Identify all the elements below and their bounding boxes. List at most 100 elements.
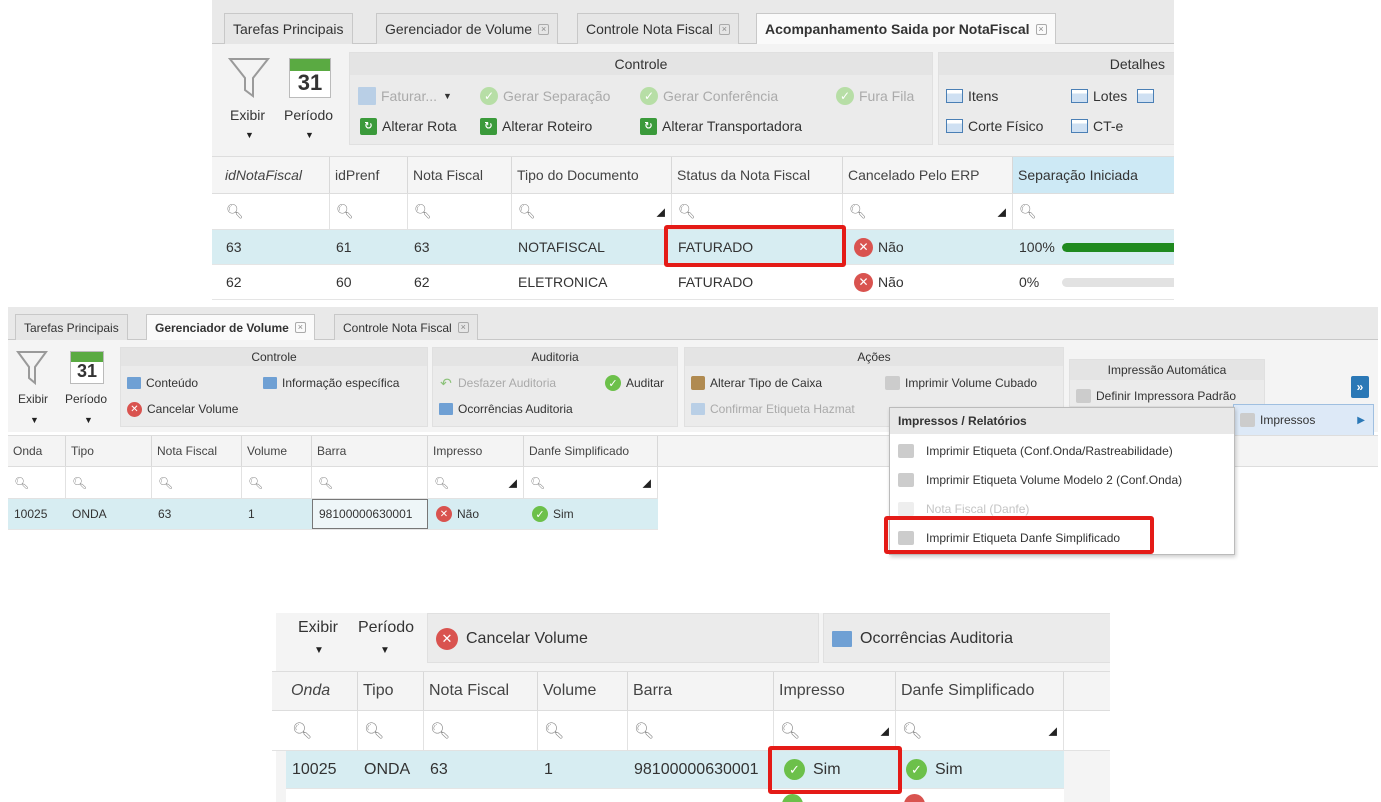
search-icon[interactable]: 🔍︎ [538, 711, 628, 750]
col-tipo[interactable]: Tipo [66, 436, 152, 466]
search-icon[interactable]: 🔍︎ ◢ [774, 711, 896, 750]
tab-gerenciador-de-volume[interactable]: Gerenciador de Volume × [376, 13, 559, 44]
ocorrencias-auditoria-button[interactable]: Ocorrências Auditoria [832, 627, 1013, 651]
col-danfe-simplificado[interactable]: Danfe Simplificado [524, 436, 658, 466]
col-status-nota-fiscal[interactable]: Status da Nota Fiscal [672, 157, 843, 193]
col-nota-fiscal[interactable]: Nota Fiscal [408, 157, 512, 193]
search-icon[interactable]: 🔍︎ ◢ [512, 194, 672, 229]
dropdown-icon[interactable]: ◢ [509, 476, 517, 489]
calendar-icon[interactable]: 31 [70, 351, 104, 384]
col-onda[interactable]: Onda [8, 436, 66, 466]
menu-item-etiqueta-volume-modelo-2[interactable]: Imprimir Etiqueta Volume Modelo 2 (Conf.… [890, 467, 1234, 493]
chevron-down-icon[interactable]: ▼ [305, 130, 314, 140]
conteudo-button[interactable]: Conteúdo [127, 374, 198, 392]
exibir-label[interactable]: Exibir [18, 392, 48, 406]
col-barra[interactable]: Barra [312, 436, 428, 466]
search-icon[interactable]: 🔍︎ [220, 194, 330, 229]
filter-funnel-icon[interactable] [16, 349, 48, 387]
calendar-icon[interactable]: 31 [289, 58, 331, 98]
col-impresso[interactable]: Impresso [428, 436, 524, 466]
periodo-label[interactable]: Período [358, 619, 414, 637]
search-icon[interactable]: 🔍︎ [242, 467, 312, 498]
cte-button[interactable]: CT-e [1071, 115, 1123, 137]
close-icon[interactable]: × [1035, 23, 1047, 35]
col-cancelado-erp[interactable]: Cancelado Pelo ERP [843, 157, 1013, 193]
col-tipo-documento[interactable]: Tipo do Documento [512, 157, 672, 193]
itens-button[interactable]: Itens [946, 85, 998, 107]
search-icon[interactable]: 🔍︎ [312, 467, 428, 498]
tab-tarefas-principais[interactable]: Tarefas Principais [15, 314, 128, 340]
tab-acompanhamento-saida[interactable]: Acompanhamento Saida por NotaFiscal × [756, 13, 1056, 44]
confirmar-etiqueta-hazmat-button[interactable]: Confirmar Etiqueta Hazmat [691, 400, 855, 418]
search-icon[interactable]: 🔍︎ [1013, 194, 1174, 229]
definir-impressora-padrao-button[interactable]: Definir Impressora Padrão [1076, 387, 1236, 405]
alterar-tipo-caixa-button[interactable]: Alterar Tipo de Caixa [691, 374, 822, 392]
search-icon[interactable]: 🔍︎ [66, 467, 152, 498]
dropdown-icon[interactable]: ◢ [998, 205, 1006, 218]
table-row[interactable]: 10025 ONDA 63 1 98100000630001 ✓ Sim ✓ Sim [286, 751, 1064, 789]
search-icon[interactable]: 🔍︎ ◢ [428, 467, 524, 498]
col-onda[interactable]: Onda [286, 672, 358, 710]
cell-barra[interactable]: 98100000630001 [312, 499, 428, 529]
table-row[interactable]: 10025 ONDA 63 1 98100000630001 ✕ Não ✓ Sim [8, 499, 658, 530]
lotes-button[interactable]: Lotes [1071, 85, 1159, 107]
col-idprenf[interactable]: idPrenf [330, 157, 408, 193]
chevron-down-icon[interactable]: ▼ [380, 645, 390, 656]
exibir-label[interactable]: Exibir [298, 619, 338, 637]
more-toolbar-button[interactable]: » [1351, 376, 1369, 398]
search-icon[interactable]: 🔍︎ ◢ [524, 467, 658, 498]
col-tipo[interactable]: Tipo [358, 672, 424, 710]
search-icon[interactable]: 🔍︎ [8, 467, 66, 498]
search-icon[interactable]: 🔍︎ ◢ [843, 194, 1013, 229]
gerar-conferencia-button[interactable]: ✓ Gerar Conferência [640, 85, 778, 107]
alterar-transportadora-button[interactable]: ↻ Alterar Transportadora [640, 115, 802, 137]
dropdown-icon[interactable]: ◢ [657, 205, 665, 218]
dropdown-icon[interactable]: ◢ [1049, 724, 1057, 737]
col-danfe-simplificado[interactable]: Danfe Simplificado [896, 672, 1064, 710]
col-idnotafiscal[interactable]: idNotaFiscal [220, 157, 330, 193]
exibir-label[interactable]: Exibir [230, 107, 265, 123]
fura-fila-button[interactable]: ✓ Fura Fila [836, 85, 914, 107]
col-barra[interactable]: Barra [628, 672, 774, 710]
grid-icon[interactable] [1137, 89, 1155, 103]
close-icon[interactable]: × [718, 23, 730, 35]
cancelar-volume-button[interactable]: ✕ Cancelar Volume [436, 627, 588, 651]
search-icon[interactable]: 🔍︎ [628, 711, 774, 750]
search-icon[interactable]: 🔍︎ [330, 194, 408, 229]
search-icon[interactable]: 🔍︎ [424, 711, 538, 750]
close-icon[interactable]: × [294, 322, 306, 333]
tab-gerenciador-de-volume[interactable]: Gerenciador de Volume × [146, 314, 315, 340]
corte-fisico-button[interactable]: Corte Físico [946, 115, 1043, 137]
search-icon[interactable]: 🔍︎ [152, 467, 242, 498]
periodo-label[interactable]: Período [65, 392, 107, 406]
chevron-down-icon[interactable]: ▼ [84, 415, 93, 425]
tab-tarefas-principais[interactable]: Tarefas Principais [224, 13, 353, 44]
close-icon[interactable]: × [457, 322, 469, 333]
gerar-separacao-button[interactable]: ✓ Gerar Separação [480, 85, 610, 107]
search-icon[interactable]: 🔍︎ [286, 711, 358, 750]
search-icon[interactable]: 🔍︎ [672, 194, 843, 229]
chevron-down-icon[interactable]: ▼ [314, 645, 324, 656]
col-nota-fiscal[interactable]: Nota Fiscal [152, 436, 242, 466]
search-icon[interactable]: 🔍︎ [358, 711, 424, 750]
impressos-button[interactable]: Impressos ▶ [1233, 404, 1374, 436]
informacao-especifica-button[interactable]: Informação específica [263, 374, 399, 392]
table-row[interactable]: 62 60 62 ELETRONICA FATURADO ✕ Não 0% [212, 265, 1174, 300]
imprimir-volume-cubado-button[interactable]: Imprimir Volume Cubado [885, 374, 1037, 392]
col-nota-fiscal[interactable]: Nota Fiscal [424, 672, 538, 710]
col-separacao-iniciada[interactable]: Separação Iniciada [1013, 157, 1174, 193]
ocorrencias-auditoria-button[interactable]: Ocorrências Auditoria [439, 400, 573, 418]
close-icon[interactable]: × [538, 23, 550, 35]
cancelar-volume-button[interactable]: ✕ Cancelar Volume [127, 400, 238, 418]
alterar-rota-button[interactable]: ↻ Alterar Rota [360, 115, 457, 137]
tab-controle-nota-fiscal[interactable]: Controle Nota Fiscal × [334, 314, 478, 340]
faturar-button[interactable]: Faturar... ▼ [358, 85, 452, 107]
tab-controle-nota-fiscal[interactable]: Controle Nota Fiscal × [577, 13, 739, 44]
chevron-down-icon[interactable]: ▼ [30, 415, 39, 425]
periodo-label[interactable]: Período [284, 107, 333, 123]
menu-item-etiqueta-conf-onda[interactable]: Imprimir Etiqueta (Conf.Onda/Rastreabili… [890, 438, 1234, 464]
col-volume[interactable]: Volume [242, 436, 312, 466]
desfazer-auditoria-button[interactable]: ↶ Desfazer Auditoria [439, 374, 556, 392]
dropdown-icon[interactable]: ◢ [881, 724, 889, 737]
search-icon[interactable]: 🔍︎ ◢ [896, 711, 1064, 750]
